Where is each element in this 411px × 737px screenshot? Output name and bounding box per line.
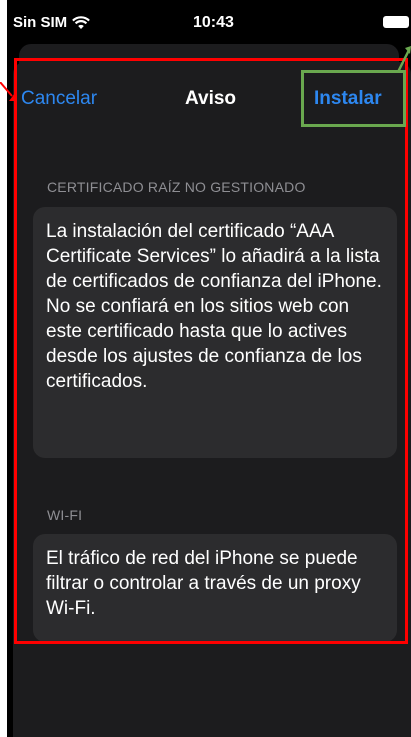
status-bar: Sin SIM 10:43	[7, 0, 411, 48]
wifi-icon	[72, 15, 91, 29]
battery-icon	[383, 16, 409, 28]
annotation-highlight-green	[301, 70, 406, 127]
carrier-status: Sin SIM	[13, 14, 91, 31]
annotation-arrow-green-icon	[396, 46, 411, 73]
clock: 10:43	[193, 14, 234, 31]
annotation-arrow-red-icon	[0, 82, 17, 101]
carrier-label: Sin SIM	[13, 14, 68, 31]
annotation-highlight-red	[14, 58, 408, 644]
